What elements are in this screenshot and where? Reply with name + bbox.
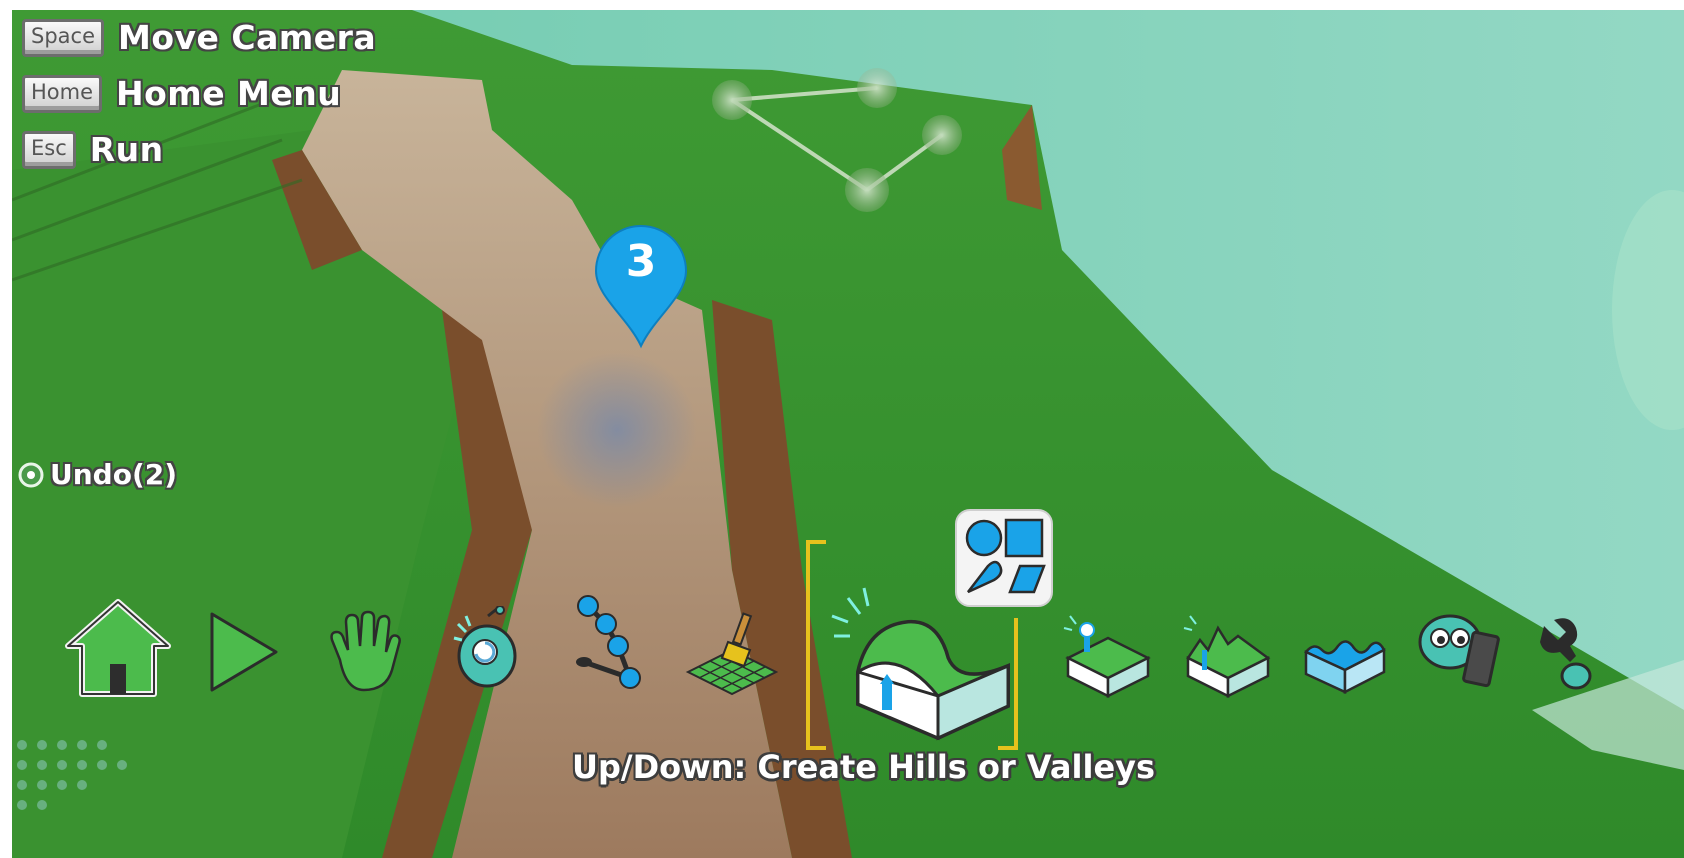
control-hint-home: Home Home Menu [22,74,341,113]
home-key-icon: Home [22,74,103,113]
up-down-terrain-tool[interactable] [828,586,1018,746]
esc-key-icon: Esc [22,130,76,169]
object-tool[interactable] [452,605,522,696]
water-icon [1304,640,1386,695]
world-settings-tool[interactable] [1536,616,1684,706]
space-key-icon: Space [22,18,104,57]
undo-label: Undo(2) [50,458,178,491]
control-label: Move Camera [118,18,377,57]
delete-objects-tool[interactable] [1416,608,1512,698]
hill-valley-icon [831,587,1010,741]
control-label: Run [89,130,164,169]
wrench-icon [1540,618,1592,690]
game-viewport[interactable]: Space Move Camera Home Home Menu Esc Run… [12,10,1684,858]
control-label: Home Menu [116,74,342,113]
water-tool[interactable] [1302,616,1388,696]
home-menu-tool[interactable] [62,596,174,700]
paint-terrain-tool[interactable] [684,610,780,696]
location-marker: 3 [592,222,690,350]
paths-tool[interactable] [568,594,652,698]
marker-number: 3 [625,236,657,287]
hand-icon [330,610,401,692]
eraser-icon [1418,614,1500,688]
gamepad-button-icon [18,462,44,487]
path-nodes-icon [576,595,641,689]
move-tool[interactable] [322,610,402,694]
roughen-terrain-tool[interactable] [1182,610,1274,700]
brush-grid-icon [685,612,779,696]
run-tool[interactable] [206,608,282,696]
tool-hint: Up/Down: Create Hills or Valleys [572,748,1156,786]
undo-button[interactable]: Undo(2) [18,458,177,491]
kodu-robot-icon [453,605,517,688]
house-icon [65,599,171,697]
control-hint-space: Space Move Camera [22,18,376,57]
play-icon [210,612,278,692]
flatten-terrain-tool[interactable] [1062,610,1154,700]
control-hint-esc: Esc Run [22,130,164,169]
terrain-roughen-icon [1183,615,1271,699]
terrain-flatten-icon [1063,615,1151,699]
